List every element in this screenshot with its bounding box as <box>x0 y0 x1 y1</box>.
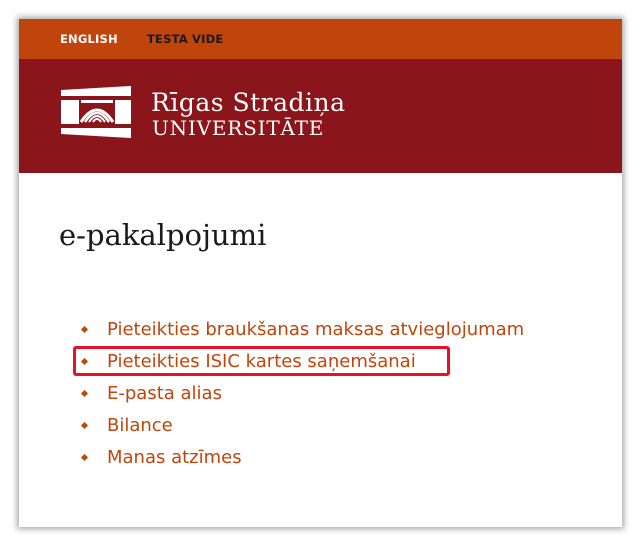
service-link-balance[interactable]: Bilance <box>107 410 173 442</box>
page-title: e-pakalpojumi <box>59 218 267 252</box>
test-environment-link[interactable]: TESTA VIDE <box>147 32 223 46</box>
bullet-icon <box>80 453 89 462</box>
browser-frame: ENGLISH TESTA VIDE Rīgas Stradiņa UNIVER… <box>19 19 622 527</box>
bullet-icon <box>80 421 89 430</box>
service-link-travel-discount[interactable]: Pieteikties braukšanas maksas atviegloju… <box>107 314 524 346</box>
top-bar: ENGLISH TESTA VIDE <box>19 19 622 59</box>
service-link-email-alias[interactable]: E-pasta alias <box>107 378 222 410</box>
logo-title-line2: UNIVERSITĀTE <box>152 116 325 140</box>
logo-title-line1: Rīgas Stradiņa <box>151 88 346 117</box>
site-header: Rīgas Stradiņa UNIVERSITĀTE <box>19 59 622 173</box>
english-language-link[interactable]: ENGLISH <box>60 32 118 46</box>
service-link-my-grades[interactable]: Manas atzīmes <box>107 442 242 474</box>
bullet-icon <box>80 389 89 398</box>
highlight-annotation <box>73 346 450 376</box>
rsu-logo-icon[interactable] <box>59 84 135 140</box>
bullet-icon <box>80 325 89 334</box>
